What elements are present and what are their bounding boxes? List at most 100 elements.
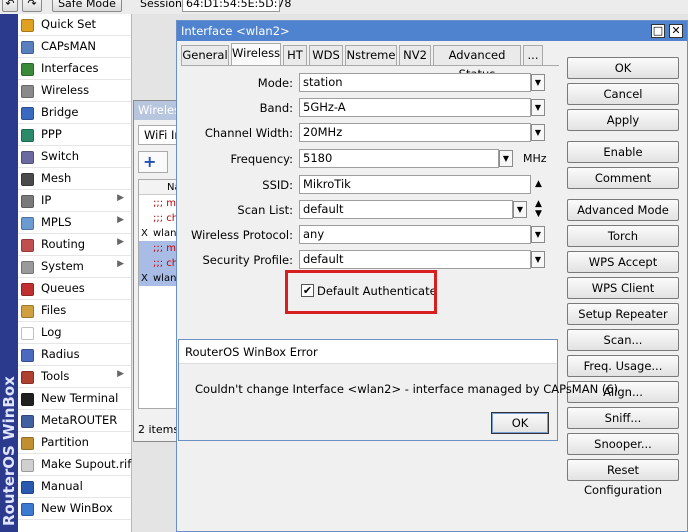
table-row[interactable]: Xwlan1 bbox=[139, 226, 178, 241]
sidebar-item-label: Quick Set bbox=[41, 17, 97, 31]
security-profile-select[interactable]: default bbox=[299, 250, 531, 269]
advanced-mode-button[interactable]: Advanced Mode bbox=[567, 199, 679, 221]
column-header[interactable]: Name bbox=[139, 180, 178, 195]
scan-button[interactable]: Scan... bbox=[567, 329, 679, 351]
band-dropdown-button[interactable]: ▼ bbox=[531, 99, 545, 116]
dropdown-arrow-icon: ▼ bbox=[534, 128, 542, 137]
add-remove-arrows-icon[interactable]: ▲ ▼ bbox=[535, 199, 542, 219]
comment-button[interactable]: Comment bbox=[567, 167, 679, 189]
tab-ht[interactable]: HT bbox=[283, 45, 307, 65]
ssid-input[interactable]: MikroTik bbox=[299, 175, 531, 194]
frequency-dropdown-button[interactable]: ▼ bbox=[499, 150, 513, 167]
sidebar-item-radius[interactable]: Radius bbox=[18, 344, 131, 366]
table-row[interactable]: ;;; channel bbox=[139, 256, 178, 271]
undo-button[interactable]: ↶ bbox=[2, 0, 18, 12]
channel-width-label: Channel Width: bbox=[204, 126, 293, 140]
sidebar-item-label: Files bbox=[41, 303, 67, 317]
table-row[interactable]: ;;; managed by CAPsMAN bbox=[139, 196, 178, 211]
maximize-button[interactable]: □ bbox=[651, 24, 665, 38]
collapse-arrow-icon[interactable]: ▲ bbox=[535, 179, 542, 189]
wireless-protocol-dropdown-button[interactable]: ▼ bbox=[531, 226, 545, 243]
safe-mode-button[interactable]: Safe Mode bbox=[52, 0, 122, 12]
reset-configuration-button[interactable]: Reset Configuration bbox=[567, 459, 679, 497]
tab-more[interactable]: ... bbox=[523, 45, 543, 65]
frequency-select[interactable]: 5180 bbox=[299, 149, 499, 168]
error-ok-button[interactable]: OK bbox=[491, 412, 549, 434]
wps-client-button[interactable]: WPS Client bbox=[567, 277, 679, 299]
capsman-icon bbox=[21, 41, 34, 54]
mode-select[interactable]: station bbox=[299, 73, 531, 92]
apply-button[interactable]: Apply bbox=[567, 109, 679, 131]
tab-nv2[interactable]: NV2 bbox=[399, 45, 431, 65]
undo-icon: ↶ bbox=[5, 0, 15, 10]
sidebar-item-mpls[interactable]: MPLS ▶ bbox=[18, 212, 131, 234]
sidebar-item-mesh[interactable]: Mesh bbox=[18, 168, 131, 190]
error-dialog: RouterOS WinBox Error Couldn't change In… bbox=[178, 339, 618, 441]
cancel-button[interactable]: Cancel bbox=[567, 83, 679, 105]
wps-accept-button[interactable]: WPS Accept bbox=[567, 251, 679, 273]
table-row[interactable]: Xwlan2 bbox=[139, 271, 178, 286]
submenu-arrow-icon: ▶ bbox=[117, 193, 124, 203]
mode-dropdown-button[interactable]: ▼ bbox=[531, 74, 545, 91]
sidebar-item-label: CAPsMAN bbox=[41, 39, 97, 53]
bridge-icon bbox=[21, 107, 34, 120]
wireless-protocol-select[interactable]: any bbox=[299, 225, 531, 244]
sidebar-item-ip[interactable]: IP ▶ bbox=[18, 190, 131, 212]
sidebar-item-quick-set[interactable]: Quick Set bbox=[18, 14, 131, 36]
sniff-button[interactable]: Sniff... bbox=[567, 407, 679, 429]
sidebar-item-wireless[interactable]: Wireless bbox=[18, 80, 131, 102]
tab-general[interactable]: General bbox=[181, 45, 229, 65]
scan-list-input[interactable]: default bbox=[299, 200, 513, 219]
dialog-title-bar[interactable]: Interface <wlan2> □ ✕ bbox=[177, 21, 687, 41]
sidebar-item-ppp[interactable]: PPP bbox=[18, 124, 131, 146]
sidebar-item-label: Radius bbox=[41, 347, 80, 361]
sidebar-item-tools[interactable]: Tools ▶ bbox=[18, 366, 131, 388]
error-dialog-title[interactable]: RouterOS WinBox Error bbox=[179, 340, 557, 364]
sidebar-item-switch[interactable]: Switch bbox=[18, 146, 131, 168]
table-row[interactable]: ;;; channel bbox=[139, 211, 178, 226]
sidebar-item-routing[interactable]: Routing ▶ bbox=[18, 234, 131, 256]
dropdown-arrow-icon: ▼ bbox=[534, 255, 542, 264]
sidebar-item-interfaces[interactable]: Interfaces bbox=[18, 58, 131, 80]
sidebar-item-metarouter[interactable]: MetaROUTER bbox=[18, 410, 131, 432]
sidebar-item-queues[interactable]: Queues bbox=[18, 278, 131, 300]
ssid-label: SSID: bbox=[262, 178, 293, 192]
window-title[interactable]: Wireless Tables bbox=[134, 101, 178, 120]
brand-text: RouterOS WinBox bbox=[0, 376, 18, 526]
sidebar-item-bridge[interactable]: Bridge bbox=[18, 102, 131, 124]
scan-list-dropdown-button[interactable]: ▼ bbox=[513, 201, 527, 218]
tab-wifi-interfaces[interactable]: WiFi Interfaces bbox=[138, 125, 178, 145]
channel-width-select[interactable]: 20MHz bbox=[299, 123, 531, 142]
sidebar-item-capsman[interactable]: CAPsMAN bbox=[18, 36, 131, 58]
add-button[interactable]: + bbox=[138, 151, 168, 173]
dropdown-arrow-icon: ▼ bbox=[534, 230, 542, 239]
sidebar-item-label: Partition bbox=[41, 435, 89, 449]
sidebar-item-files[interactable]: Files bbox=[18, 300, 131, 322]
dropdown-arrow-icon: ▼ bbox=[516, 205, 524, 214]
security-profile-dropdown-button[interactable]: ▼ bbox=[531, 251, 545, 268]
ok-button[interactable]: OK bbox=[567, 57, 679, 79]
table-row[interactable]: ;;; managed by CAPsMAN bbox=[139, 241, 178, 256]
torch-button[interactable]: Torch bbox=[567, 225, 679, 247]
sidebar-item-log[interactable]: Log bbox=[18, 322, 131, 344]
sidebar-item-label: Manual bbox=[41, 479, 83, 493]
tab-nstreme[interactable]: Nstreme bbox=[345, 45, 397, 65]
sidebar-item-system[interactable]: System ▶ bbox=[18, 256, 131, 278]
sidebar-item-make-supout-rif[interactable]: Make Supout.rif bbox=[18, 454, 131, 476]
queues-icon bbox=[21, 283, 34, 296]
sidebar-item-partition[interactable]: Partition bbox=[18, 432, 131, 454]
close-button[interactable]: ✕ bbox=[669, 24, 683, 38]
tab-wireless[interactable]: Wireless bbox=[231, 43, 281, 66]
tab-advanced-status[interactable]: Advanced Status bbox=[433, 45, 521, 81]
channel-width-dropdown-button[interactable]: ▼ bbox=[531, 124, 545, 141]
snooper-button[interactable]: Snooper... bbox=[567, 433, 679, 455]
tab-wds[interactable]: WDS bbox=[309, 45, 343, 65]
sidebar-item-manual[interactable]: Manual bbox=[18, 476, 131, 498]
band-select[interactable]: 5GHz-A bbox=[299, 98, 531, 117]
enable-button[interactable]: Enable bbox=[567, 141, 679, 163]
redo-button[interactable]: ↷ bbox=[22, 0, 42, 12]
sidebar-item-new-winbox[interactable]: New WinBox bbox=[18, 498, 131, 520]
sidebar-item-new-terminal[interactable]: New Terminal bbox=[18, 388, 131, 410]
freq-usage-button[interactable]: Freq. Usage... bbox=[567, 355, 679, 377]
setup-repeater-button[interactable]: Setup Repeater bbox=[567, 303, 679, 325]
